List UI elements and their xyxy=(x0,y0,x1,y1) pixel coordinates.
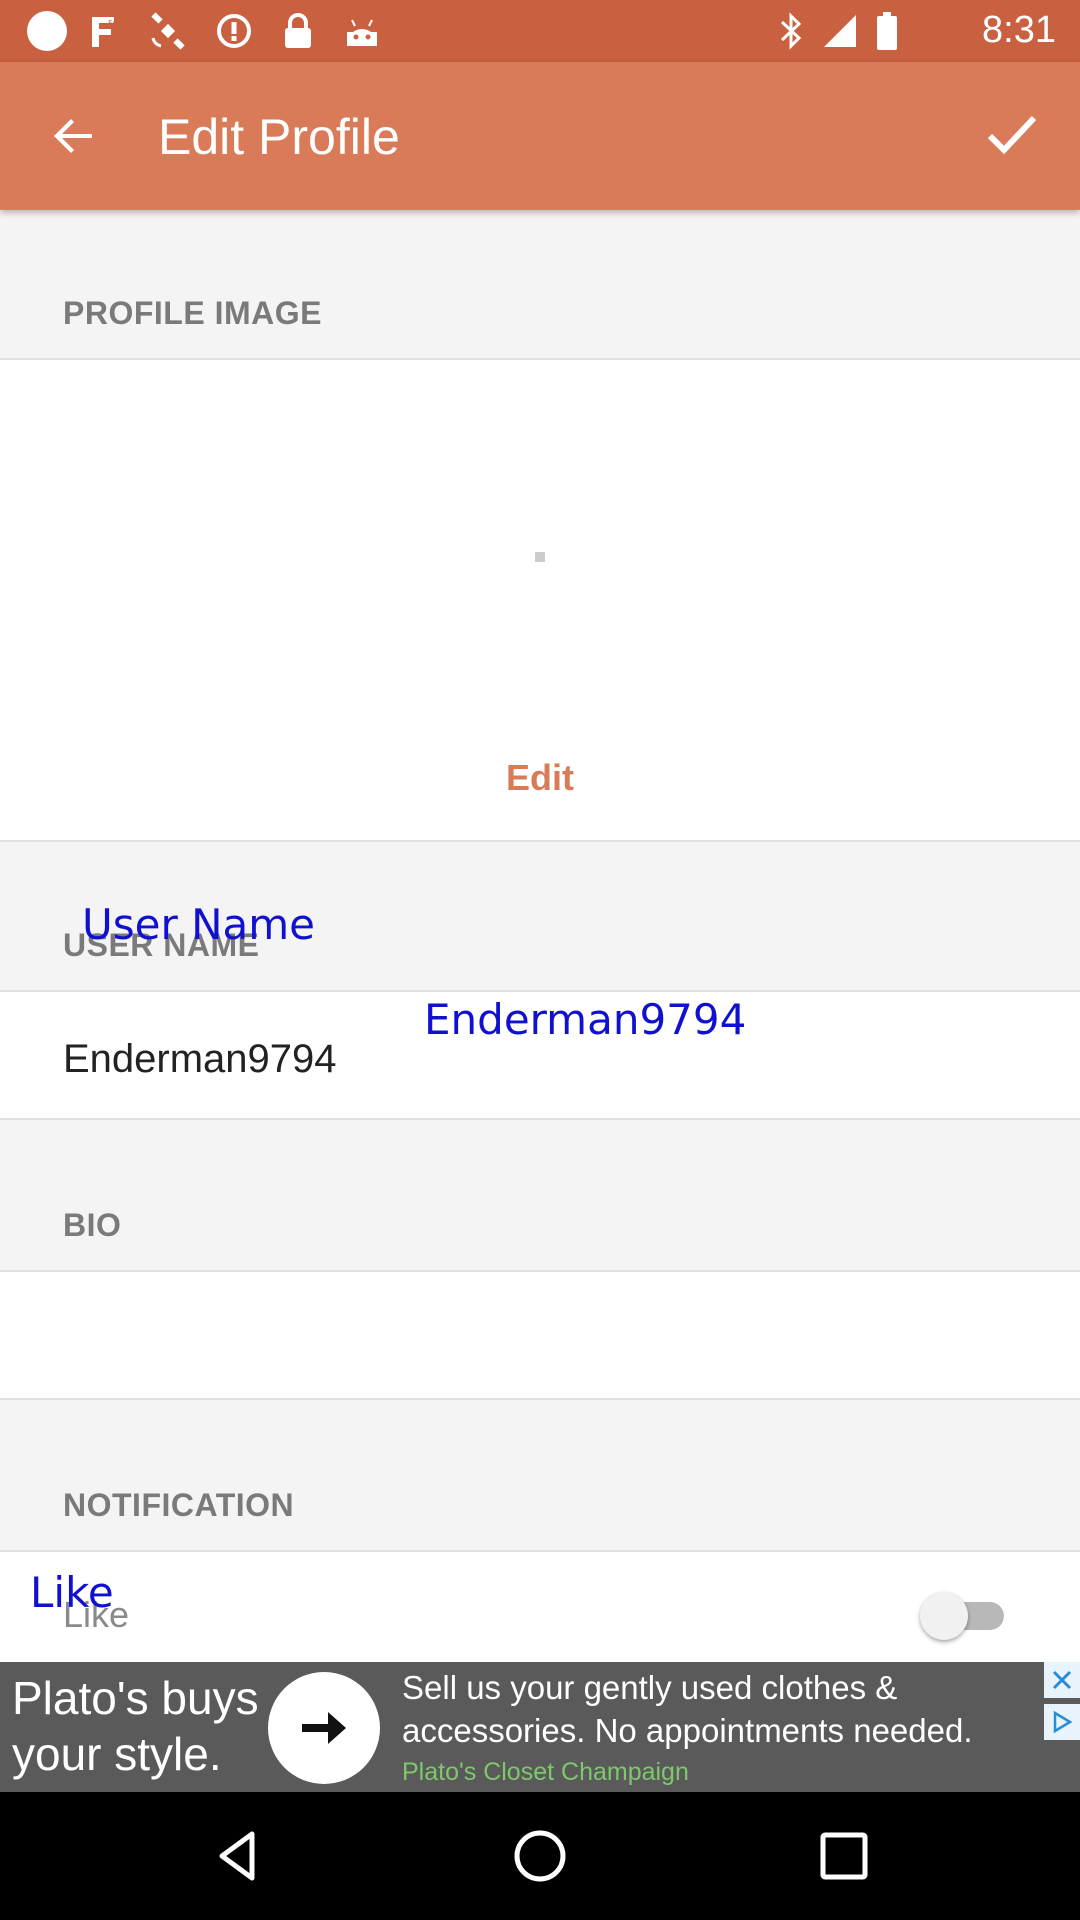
close-icon[interactable] xyxy=(1044,1662,1080,1698)
check-icon[interactable] xyxy=(980,102,1044,166)
page-title: Edit Profile xyxy=(158,109,400,165)
alert-icon xyxy=(214,13,254,49)
section-header-profile-image: PROFILE IMAGE xyxy=(0,210,1080,360)
like-notification-row xyxy=(0,1552,1080,1662)
section-label: PROFILE IMAGE xyxy=(63,295,322,331)
overlay-user-name-value: Enderman9794 xyxy=(424,995,747,1044)
satellite-icon xyxy=(148,12,188,50)
toggle-knob xyxy=(920,1592,968,1640)
ad-banner[interactable]: Plato's buys your style. Sell us your ge… xyxy=(0,1662,1080,1792)
adchoices-icon[interactable] xyxy=(1044,1704,1080,1740)
arrow-back-icon[interactable] xyxy=(44,106,104,166)
clock: 8:31 xyxy=(982,9,1056,51)
signal-icon xyxy=(820,13,860,49)
bio-field[interactable] xyxy=(0,1272,1080,1400)
overlay-like-label: Like xyxy=(30,1568,114,1617)
svg-text:FAKE: FAKE xyxy=(108,19,124,28)
recents-square-icon[interactable] xyxy=(814,1826,874,1886)
arrow-forward-icon[interactable] xyxy=(268,1672,380,1784)
section-header-bio: BIO xyxy=(0,1120,1080,1272)
status-bar: FAKE 8:31 xyxy=(0,0,1080,62)
lock-icon xyxy=(280,13,316,49)
circle-icon xyxy=(24,11,70,51)
app-bar: Edit Profile xyxy=(0,62,1080,210)
bluetooth-icon xyxy=(776,12,806,50)
ad-sponsor[interactable]: Plato's Closet Champaign xyxy=(402,1758,689,1787)
user-name-value[interactable]: Enderman9794 xyxy=(63,1037,337,1082)
section-label: BIO xyxy=(63,1207,122,1243)
ad-headline[interactable]: Sell us your gently used clothes & acces… xyxy=(402,1666,1042,1752)
profile-image[interactable] xyxy=(535,552,545,562)
navigation-bar xyxy=(0,1792,1080,1920)
battery-icon xyxy=(872,12,902,50)
android-icon xyxy=(342,13,382,49)
fake-gps-icon: FAKE xyxy=(86,13,126,49)
home-circle-icon[interactable] xyxy=(510,1826,570,1886)
section-label: NOTIFICATION xyxy=(63,1487,295,1523)
back-triangle-icon[interactable] xyxy=(208,1826,268,1886)
ad-left-text[interactable]: Plato's buys your style. xyxy=(12,1670,292,1782)
section-header-notification: NOTIFICATION xyxy=(0,1400,1080,1552)
edit-profile-image-button[interactable]: Edit xyxy=(0,757,1080,799)
overlay-user-name-label: User Name xyxy=(82,900,315,949)
like-toggle[interactable] xyxy=(920,1592,1010,1640)
